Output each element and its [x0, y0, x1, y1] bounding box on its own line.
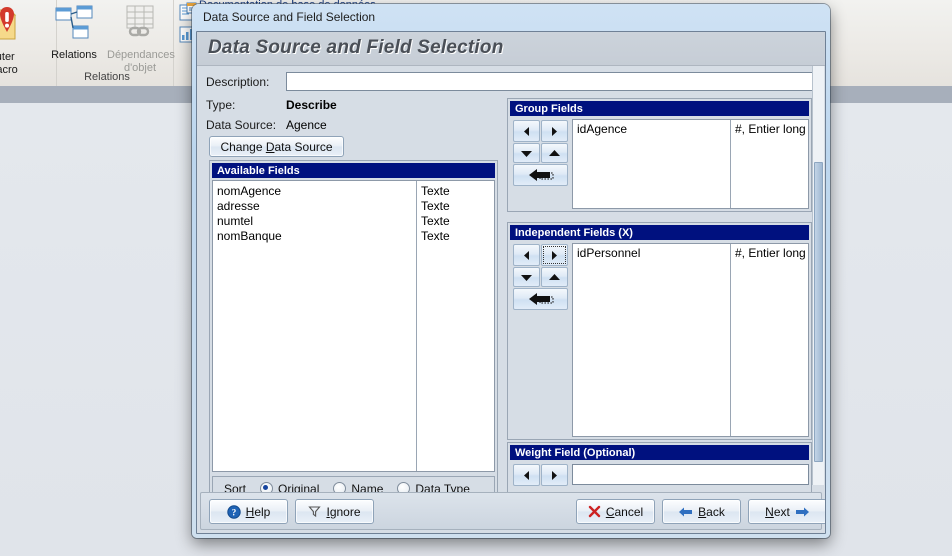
arrow-right-icon [552, 470, 557, 480]
list-item[interactable]: adresse Texte [213, 199, 494, 214]
available-fields-listbox[interactable]: nomAgence Texte adresse Texte numtel Tex… [212, 180, 495, 472]
help-button-label: Help [245, 504, 271, 519]
arrow-up-icon [549, 149, 560, 156]
group-fields-panel: Group Fields idAgence #, Entier long [507, 98, 812, 212]
available-field-name: adresse [217, 199, 260, 213]
independent-field-type: #, Entier long [735, 246, 806, 260]
ribbon-group-relations-label: Relations [84, 71, 130, 83]
list-item[interactable]: idPersonnel #, Entier long [573, 246, 808, 261]
available-fields-panel: Available Fields nomAgence Texte adresse… [209, 160, 498, 512]
back-button[interactable]: Back [662, 499, 741, 524]
independent-fields-remove-all-button[interactable] [513, 288, 568, 310]
arrow-next-icon [795, 507, 809, 516]
independent-fields-move-left-button[interactable] [513, 244, 540, 266]
help-icon: ? [226, 504, 241, 519]
dialog-scrollbar-thumb[interactable] [814, 162, 823, 462]
remove-all-arrow-icon [528, 293, 553, 305]
independent-fields-title: Independent Fields (X) [510, 225, 809, 240]
group-fields-move-down-button[interactable] [513, 143, 540, 163]
available-field-type: Texte [421, 229, 450, 243]
independent-fields-panel: Independent Fields (X) idPersonnel #, En… [507, 222, 812, 440]
filter-icon [308, 506, 322, 518]
independent-field-name: idPersonnel [577, 246, 641, 260]
ribbon-button-relations[interactable]: Relations [43, 4, 105, 62]
ribbon-button-object-dependencies[interactable]: Dépendances d'objet [107, 4, 175, 75]
group-fields-remove-all-button[interactable] [513, 164, 568, 186]
description-input[interactable] [286, 72, 816, 91]
available-field-name: nomBanque [217, 229, 282, 243]
group-fields-listbox[interactable]: idAgence #, Entier long [572, 119, 809, 209]
available-field-type: Texte [421, 184, 450, 198]
object-dependencies-icon [107, 4, 173, 49]
remove-all-arrow-icon [528, 169, 553, 181]
list-item[interactable]: nomAgence Texte [213, 184, 494, 199]
next-button[interactable]: Next [748, 499, 825, 524]
arrow-up-icon [549, 273, 560, 280]
arrow-down-icon [521, 274, 532, 281]
cancel-button-label: Cancel [605, 504, 644, 519]
ignore-button-label: Ignore [326, 504, 361, 519]
group-field-name: idAgence [577, 122, 628, 136]
data-source-value: Agence [286, 118, 327, 132]
ignore-button[interactable]: Ignore [295, 499, 374, 524]
arrow-right-icon [552, 126, 557, 136]
dialog-vertical-scrollbar[interactable] [812, 66, 824, 485]
group-fields-move-right-button[interactable] [541, 120, 568, 142]
help-button[interactable]: ? Help [209, 499, 288, 524]
available-field-type: Texte [421, 199, 450, 213]
dialog-titlebar[interactable]: Data Source and Field Selection [192, 4, 830, 31]
ribbon-group-relations: Relations Dépendances d'objet Relations [41, 0, 175, 86]
dialog-title: Data Source and Field Selection [203, 10, 376, 24]
close-x-icon [588, 505, 601, 518]
type-label: Type: [206, 98, 236, 112]
available-field-name: nomAgence [217, 184, 282, 198]
list-item[interactable]: idAgence #, Entier long [573, 122, 808, 137]
weight-field-move-right-button[interactable] [541, 464, 568, 486]
independent-fields-move-right-button[interactable] [541, 244, 568, 266]
change-data-source-button[interactable]: Change Data Source [209, 136, 344, 157]
dialog-body: Data Source and Field Selection Descript… [196, 31, 826, 534]
independent-fields-move-up-button[interactable] [541, 267, 568, 287]
back-button-label: Back [698, 504, 725, 519]
available-field-type: Texte [421, 214, 450, 228]
arrow-left-icon [524, 470, 529, 480]
list-item[interactable]: numtel Texte [213, 214, 494, 229]
next-button-label: Next [765, 504, 790, 519]
dialog-header-band: Data Source and Field Selection [197, 32, 825, 66]
arrow-back-icon [679, 507, 693, 516]
independent-fields-move-down-button[interactable] [513, 267, 540, 287]
svg-text:?: ? [231, 507, 236, 517]
group-fields-title: Group Fields [510, 101, 809, 116]
weight-field-move-left-button[interactable] [513, 464, 540, 486]
arrow-left-icon [524, 126, 529, 136]
list-item[interactable]: nomBanque Texte [213, 229, 494, 244]
dialog-button-bar: ? Help Ignore Cancel Back Next [200, 492, 825, 530]
available-field-name: numtel [217, 214, 254, 228]
arrow-down-icon [521, 150, 532, 157]
group-fields-move-left-button[interactable] [513, 120, 540, 142]
independent-fields-column-divider [730, 244, 731, 436]
data-source-label: Data Source: [206, 118, 277, 132]
weight-field-title: Weight Field (Optional) [510, 445, 809, 460]
ribbon-button-object-dependencies-label-1: Dépendances [107, 49, 175, 61]
group-fields-move-up-button[interactable] [541, 143, 568, 163]
independent-fields-listbox[interactable]: idPersonnel #, Entier long [572, 243, 809, 437]
cancel-button[interactable]: Cancel [576, 499, 655, 524]
data-source-and-field-selection-dialog: Data Source and Field Selection Data Sou… [192, 4, 830, 538]
type-value: Describe [286, 98, 337, 112]
arrow-right-icon [552, 250, 557, 260]
arrow-left-icon [524, 250, 529, 260]
group-field-type: #, Entier long [735, 122, 806, 136]
available-fields-title: Available Fields [212, 163, 495, 178]
ribbon-button-relations-label: Relations [51, 49, 97, 61]
change-data-source-button-label: Change Data Source [220, 139, 333, 154]
relations-icon [43, 4, 105, 49]
weight-field-input[interactable] [572, 464, 809, 485]
description-label: Description: [206, 75, 270, 89]
dialog-heading: Data Source and Field Selection [208, 37, 504, 58]
